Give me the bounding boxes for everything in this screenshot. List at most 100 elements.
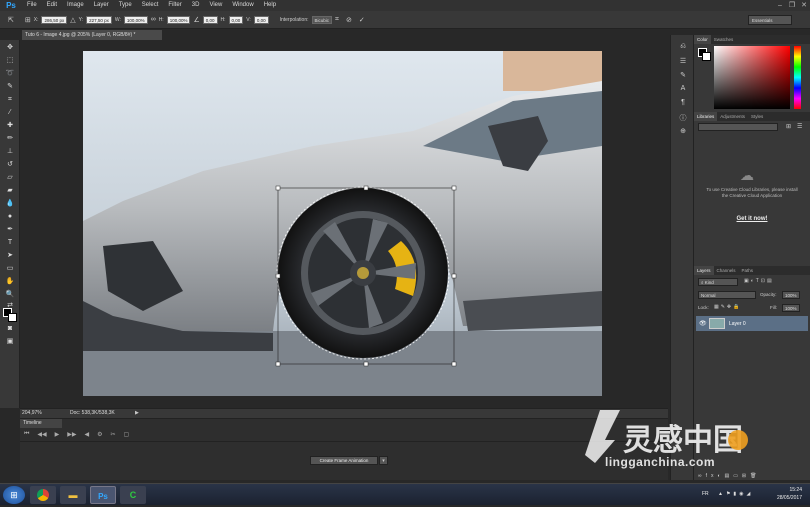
- menu-filter[interactable]: Filter: [163, 0, 186, 11]
- v-skew-field[interactable]: 0,00: [253, 15, 269, 24]
- play-icon[interactable]: ▶: [55, 431, 60, 438]
- tab-color[interactable]: Color: [694, 35, 711, 44]
- warp-icon[interactable]: ⌗: [335, 16, 339, 24]
- library-select[interactable]: [698, 123, 778, 131]
- create-frame-animation-button[interactable]: Create Frame Animation: [310, 456, 378, 465]
- chrome-icon[interactable]: [30, 486, 56, 504]
- lock-icons[interactable]: ▦✎✥🔒: [714, 304, 741, 310]
- move-icon[interactable]: ✥: [4, 43, 16, 53]
- audio-icon[interactable]: ◀: [85, 431, 90, 438]
- status-menu-icon[interactable]: ▶: [135, 410, 139, 416]
- grid-view-icon[interactable]: ⊞: [786, 123, 791, 130]
- eye-icon[interactable]: 👁: [699, 320, 707, 327]
- menu-layer[interactable]: Layer: [89, 0, 114, 11]
- pen-icon[interactable]: ✒: [4, 225, 16, 235]
- eyedropper-icon[interactable]: ⁄: [4, 108, 16, 118]
- brush-icon[interactable]: ✏: [4, 134, 16, 144]
- first-frame-icon[interactable]: ⏮: [24, 431, 29, 438]
- fill-field[interactable]: 100%: [782, 304, 800, 312]
- prev-frame-icon[interactable]: ◀◀: [37, 431, 46, 438]
- start-button[interactable]: ⊞: [3, 486, 25, 504]
- angle-field[interactable]: 0,00: [202, 15, 218, 24]
- opacity-field[interactable]: 100%: [782, 291, 800, 299]
- menu-help[interactable]: Help: [259, 0, 281, 11]
- blend-mode-select[interactable]: Normal: [698, 291, 756, 299]
- path-select-icon[interactable]: ➤: [4, 251, 16, 261]
- split-icon[interactable]: ✂: [111, 431, 116, 438]
- type-icon[interactable]: T: [4, 238, 16, 248]
- gradient-icon[interactable]: ▰: [4, 186, 16, 196]
- move-tool-icon[interactable]: ⇱: [8, 16, 14, 24]
- camtasia-icon[interactable]: C: [120, 486, 146, 504]
- marquee-icon[interactable]: ⬚: [4, 56, 16, 66]
- tab-paths[interactable]: Paths: [739, 266, 757, 275]
- tab-adjustments[interactable]: Adjustments: [717, 112, 748, 121]
- stamp-icon[interactable]: ⊥: [4, 147, 16, 157]
- settings-icon[interactable]: ⚙: [97, 431, 102, 438]
- properties-icon[interactable]: ☰: [677, 57, 689, 67]
- cancel-transform-icon[interactable]: ⊘: [346, 16, 352, 24]
- reference-point-icon[interactable]: ⊞: [25, 16, 31, 24]
- maximize-button[interactable]: ❐: [786, 0, 798, 11]
- color-picker-field[interactable]: [714, 46, 790, 109]
- explorer-icon[interactable]: ▬: [60, 486, 86, 504]
- interpolation-select[interactable]: Bicubic: [311, 15, 333, 24]
- menu-window[interactable]: Window: [227, 0, 258, 11]
- menu-type[interactable]: Type: [114, 0, 137, 11]
- get-it-now-link[interactable]: Get it now!: [694, 216, 810, 222]
- character-icon[interactable]: A: [677, 85, 689, 95]
- h-field[interactable]: 100,00%: [166, 15, 191, 24]
- document-tab[interactable]: Tuto 6 - Image 4.jpg @ 205% (Layer 0, RG…: [22, 30, 162, 40]
- history-icon[interactable]: ⎌: [677, 43, 689, 53]
- menu-select[interactable]: Select: [137, 0, 164, 11]
- commit-transform-icon[interactable]: ✓: [359, 16, 365, 24]
- y-field[interactable]: 227,50 px: [86, 15, 112, 24]
- transition-icon[interactable]: ▢: [124, 431, 130, 438]
- timeline-tab[interactable]: Timeline: [20, 419, 62, 428]
- eraser-icon[interactable]: ▱: [4, 173, 16, 183]
- photoshop-taskbar-icon[interactable]: Ps: [90, 486, 116, 504]
- zoom-level[interactable]: 204,97%: [22, 410, 42, 416]
- link-icon[interactable]: ∞: [151, 16, 156, 23]
- close-button[interactable]: ✕: [798, 0, 810, 11]
- layer-filter-icons[interactable]: ▣◐T⊡▤: [744, 278, 774, 284]
- quick-mask-icon[interactable]: ◙: [4, 324, 16, 334]
- dodge-icon[interactable]: ●: [4, 212, 16, 222]
- hue-slider[interactable]: [794, 46, 801, 109]
- lasso-icon[interactable]: ➰: [4, 69, 16, 79]
- layer-row[interactable]: 👁 Layer 0: [696, 316, 808, 331]
- doc-size-info[interactable]: Doc: 538,3K/538,3K: [70, 410, 115, 416]
- background-color-swatch[interactable]: [8, 313, 17, 322]
- list-view-icon[interactable]: ☰: [797, 123, 802, 130]
- tab-styles[interactable]: Styles: [748, 112, 766, 121]
- shape-icon[interactable]: ▭: [4, 264, 16, 274]
- zoom-icon[interactable]: 🔍: [4, 290, 16, 300]
- tab-swatches[interactable]: Swatches: [711, 35, 737, 44]
- language-indicator[interactable]: FR: [702, 491, 709, 497]
- menu-image[interactable]: Image: [62, 0, 89, 11]
- x-field[interactable]: 286,50 px: [41, 15, 68, 24]
- h-skew-field[interactable]: 0,00: [228, 15, 244, 24]
- healing-icon[interactable]: ✚: [4, 121, 16, 131]
- history-brush-icon[interactable]: ↺: [4, 160, 16, 170]
- minimize-button[interactable]: –: [774, 0, 786, 11]
- w-field[interactable]: 100,00%: [123, 15, 148, 24]
- blur-icon[interactable]: 💧: [4, 199, 16, 209]
- chevron-down-icon[interactable]: ▾: [379, 456, 388, 465]
- quick-select-icon[interactable]: ✎: [4, 82, 16, 92]
- tab-layers[interactable]: Layers: [694, 266, 714, 275]
- document-canvas[interactable]: [83, 51, 602, 396]
- tab-libraries[interactable]: Libraries: [694, 112, 718, 121]
- tab-channels[interactable]: Channels: [714, 266, 739, 275]
- workspace-select[interactable]: Essentials: [748, 15, 792, 25]
- layer-name[interactable]: Layer 0: [729, 321, 746, 327]
- info-icon[interactable]: ⓘ: [677, 113, 689, 123]
- clone-source-icon[interactable]: ⊕: [677, 127, 689, 137]
- menu-file[interactable]: File: [22, 0, 42, 11]
- layer-filter-select[interactable]: ⌕ Kind: [698, 278, 738, 286]
- brush-settings-icon[interactable]: ✎: [677, 71, 689, 81]
- crop-icon[interactable]: ⌗: [4, 95, 16, 105]
- screen-mode-icon[interactable]: ▣: [4, 337, 16, 347]
- next-frame-icon[interactable]: ▶▶: [67, 431, 76, 438]
- menu-view[interactable]: View: [204, 0, 227, 11]
